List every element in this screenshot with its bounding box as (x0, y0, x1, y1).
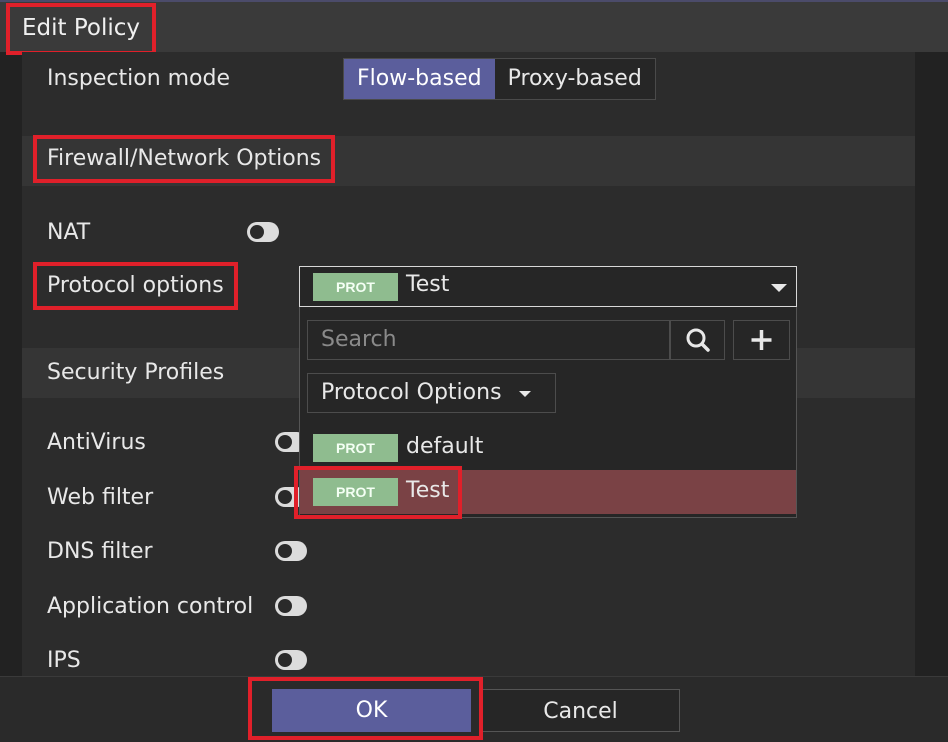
application-control-label: Application control (47, 594, 254, 619)
list-item-label: Test (406, 478, 450, 503)
inspection-mode-label: Inspection mode (47, 66, 231, 91)
protocol-selected-value: Test (406, 272, 450, 297)
nat-toggle[interactable] (247, 222, 279, 242)
dialog-title: Edit Policy (5, 3, 157, 55)
web-filter-label: Web filter (47, 485, 154, 510)
application-control-toggle[interactable] (275, 596, 307, 616)
list-item-label: default (406, 434, 484, 459)
nat-label: NAT (47, 220, 91, 245)
dns-filter-toggle[interactable] (275, 541, 307, 561)
protocol-options-filter[interactable]: Protocol Options (307, 373, 556, 413)
add-button[interactable] (733, 320, 790, 360)
left-gutter (0, 52, 22, 676)
dialog-titlebar: Edit Policy (0, 0, 948, 55)
search-placeholder: Search (321, 327, 397, 352)
search-icon (686, 328, 710, 352)
dns-filter-label: DNS filter (47, 539, 153, 564)
list-item-default[interactable]: PROT default (300, 426, 796, 470)
chevron-down-icon (519, 391, 531, 397)
caret-down-icon (771, 284, 787, 292)
security-section-title: Security Profiles (47, 360, 225, 385)
scroll-gutter (915, 52, 948, 676)
protocol-options-label: Protocol options (33, 262, 238, 310)
firewall-section-title: Firewall/Network Options (32, 135, 336, 183)
inspection-mode-toggle: Flow-based Proxy-based (343, 58, 656, 100)
ips-label: IPS (47, 648, 81, 673)
list-item-test[interactable]: PROT Test (300, 470, 796, 514)
dialog-footer (0, 676, 948, 742)
proxy-based-option[interactable]: Proxy-based (494, 59, 655, 99)
prot-badge: PROT (313, 478, 398, 506)
prot-badge: PROT (313, 434, 398, 462)
firewall-section-header: Firewall/Network Options (22, 135, 915, 186)
ok-button[interactable]: OK (272, 689, 471, 732)
plus-icon (751, 330, 772, 350)
prot-badge: PROT (313, 273, 398, 301)
protocol-options-select[interactable]: PROT Test (299, 266, 797, 307)
search-input[interactable]: Search (307, 320, 670, 360)
search-button[interactable] (670, 320, 725, 360)
cancel-button[interactable]: Cancel (481, 689, 680, 732)
flow-based-option[interactable]: Flow-based (344, 59, 495, 99)
antivirus-label: AntiVirus (47, 430, 146, 455)
filter-label: Protocol Options (321, 380, 502, 405)
ips-toggle[interactable] (275, 650, 307, 670)
